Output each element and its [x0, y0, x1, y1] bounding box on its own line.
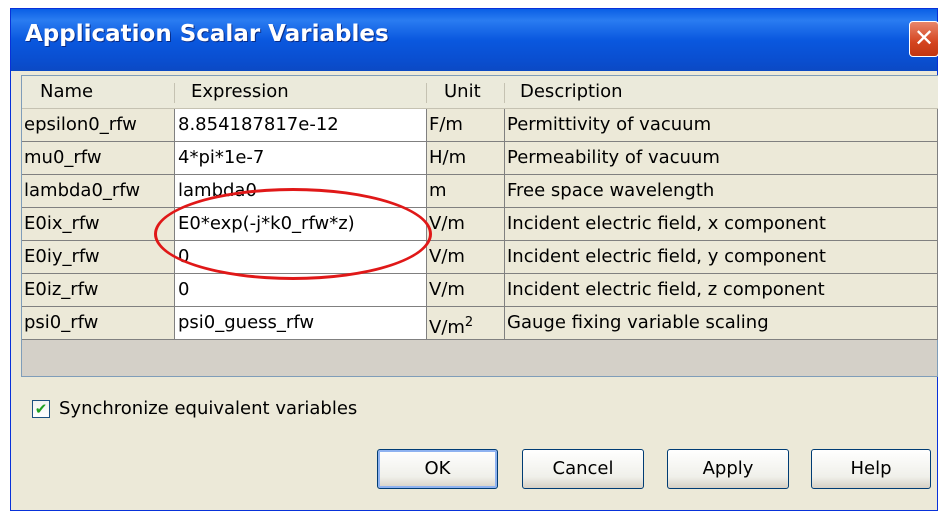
- table-row[interactable]: epsilon0_rfw 8.854187817e-12 F/m Permittivi…: [22, 109, 938, 142]
- unit-cell: F/m: [427, 109, 505, 142]
- table-header: Name Expression Unit Description: [22, 76, 938, 109]
- variable-name-cell: E0iz_rfw: [22, 274, 175, 307]
- variable-name-cell: epsilon0_rfw: [22, 109, 175, 142]
- unit-cell: m: [427, 175, 505, 208]
- expression-field[interactable]: E0*exp(-j*k0_rfw*z): [175, 208, 427, 241]
- table-row[interactable]: E0iy_rfw 0 V/m Incident electric field, y c…: [22, 241, 938, 274]
- expression-field[interactable]: 8.854187817e-12: [175, 109, 427, 142]
- variable-name-cell: mu0_rfw: [22, 142, 175, 175]
- variables-table: Name Expression Unit Description epsilon…: [21, 75, 938, 377]
- description-cell: Incident electric field, z component: [505, 274, 938, 307]
- variable-name-cell: lambda0_rfw: [22, 175, 175, 208]
- dialog-title: Application Scalar Variables: [25, 21, 389, 47]
- table-row[interactable]: mu0_rfw 4*pi*1e-7 H/m Permeability of vacuu…: [22, 142, 938, 175]
- synchronize-label[interactable]: Synchronize equivalent variables: [59, 398, 357, 420]
- apply-button[interactable]: Apply: [667, 449, 789, 489]
- synchronize-checkbox[interactable]: ✔: [32, 400, 50, 418]
- expression-field[interactable]: 4*pi*1e-7: [175, 142, 427, 175]
- table-row[interactable]: E0iz_rfw 0 V/m Incident electric field, z c…: [22, 274, 938, 307]
- description-cell: Gauge fixing variable scaling: [505, 307, 938, 340]
- expression-field[interactable]: 0: [175, 274, 427, 307]
- variable-name-cell: E0ix_rfw: [22, 208, 175, 241]
- unit-text: V/m: [429, 317, 465, 338]
- variable-name-cell: psi0_rfw: [22, 307, 175, 340]
- table-row[interactable]: E0ix_rfw E0*exp(-j*k0_rfw*z) V/m Incident e…: [22, 208, 938, 241]
- variable-name-cell: E0iy_rfw: [22, 241, 175, 274]
- description-cell: Permeability of vacuum: [505, 142, 938, 175]
- column-header-description[interactable]: Description: [505, 76, 938, 109]
- title-bar[interactable]: Application Scalar Variables ✕: [11, 9, 939, 71]
- expression-field[interactable]: psi0_guess_rfw: [175, 307, 427, 340]
- close-icon[interactable]: ✕: [909, 21, 939, 57]
- unit-cell: V/m: [427, 274, 505, 307]
- description-cell: Free space wavelength: [505, 175, 938, 208]
- unit-cell: V/m: [427, 241, 505, 274]
- expression-field[interactable]: 0: [175, 241, 427, 274]
- unit-exponent: 2: [464, 315, 474, 330]
- column-header-unit[interactable]: Unit: [427, 76, 505, 109]
- table-row[interactable]: psi0_rfw psi0_guess_rfw V/m2 Gauge fixing v…: [22, 307, 938, 340]
- help-button[interactable]: Help: [811, 449, 931, 489]
- ok-button[interactable]: OK: [377, 449, 498, 489]
- description-cell: Permittivity of vacuum: [505, 109, 938, 142]
- unit-cell: V/m2: [427, 307, 505, 340]
- unit-cell: H/m: [427, 142, 505, 175]
- description-cell: Incident electric field, y component: [505, 241, 938, 274]
- table-row[interactable]: lambda0_rfw lambda0 m Free space wavelength: [22, 175, 938, 208]
- column-header-name[interactable]: Name: [22, 76, 175, 109]
- expression-field[interactable]: lambda0: [175, 175, 427, 208]
- cancel-button[interactable]: Cancel: [522, 449, 644, 489]
- unit-cell: V/m: [427, 208, 505, 241]
- description-cell: Incident electric field, x component: [505, 208, 938, 241]
- column-header-expression[interactable]: Expression: [175, 76, 427, 109]
